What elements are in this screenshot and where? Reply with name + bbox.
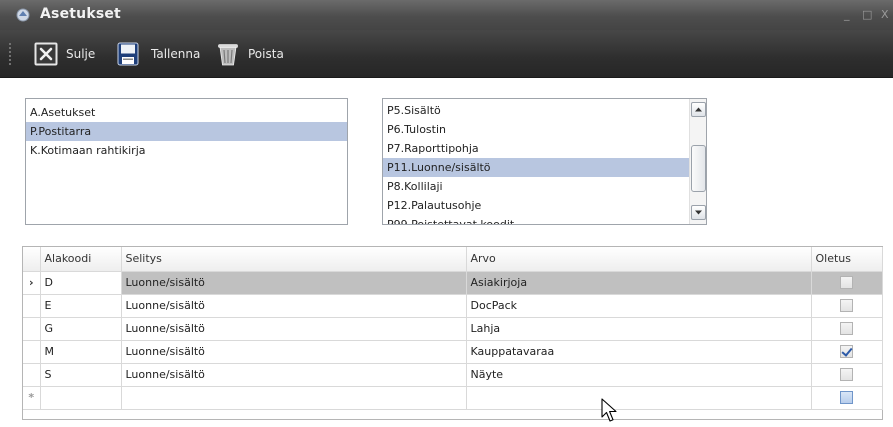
cell-default[interactable] <box>811 317 883 341</box>
table-row[interactable]: E Luonne/sisältö DocPack <box>23 294 883 318</box>
toolbar-grip <box>8 42 12 66</box>
list-item[interactable]: P6.Tulostin <box>383 120 706 139</box>
list-item-selected[interactable]: P.Postitarra <box>26 122 347 141</box>
subcode-grid[interactable]: Alakoodi Selitys Arvo Oletus › D Luonne/… <box>22 246 883 420</box>
cell-default[interactable] <box>811 340 883 364</box>
cell-code[interactable]: D <box>40 271 122 295</box>
cell-description-new[interactable] <box>121 386 467 410</box>
scroll-down-button[interactable] <box>691 205 706 220</box>
table-row[interactable]: G Luonne/sisältö Lahja <box>23 317 883 341</box>
cell-default[interactable] <box>811 271 883 295</box>
cell-description[interactable]: Luonne/sisältö <box>121 294 467 318</box>
column-header-code[interactable]: Alakoodi <box>40 247 122 272</box>
trash-icon <box>218 44 238 66</box>
cell-value[interactable]: Asiakirjoja <box>466 271 812 295</box>
cell-description[interactable]: Luonne/sisältö <box>121 317 467 341</box>
settings-category-list[interactable]: P5.Sisältö P6.Tulostin P7.Raporttipohja … <box>382 98 707 225</box>
new-row[interactable]: * <box>23 386 883 410</box>
cell-value[interactable]: Näyte <box>466 363 812 387</box>
scrollbar-thumb[interactable] <box>691 145 706 192</box>
default-checkbox[interactable] <box>840 368 853 382</box>
arrow-down-icon <box>695 210 702 215</box>
save-button[interactable]: Tallenna <box>116 42 206 68</box>
list-item[interactable]: P12.Palautusohje <box>383 196 706 215</box>
window-title: Asetukset <box>40 6 121 22</box>
grid-header-row: Alakoodi Selitys Arvo Oletus <box>23 247 883 272</box>
cell-value-new[interactable] <box>466 386 812 410</box>
column-header-default[interactable]: Oletus <box>811 247 883 272</box>
cell-description[interactable]: Luonne/sisältö <box>121 340 467 364</box>
vertical-scrollbar[interactable] <box>689 99 706 224</box>
scroll-up-button[interactable] <box>691 102 706 117</box>
close-button[interactable]: Sulje <box>34 42 104 68</box>
cell-value[interactable]: Kauppatavaraa <box>466 340 812 364</box>
cell-code[interactable]: G <box>40 317 122 341</box>
table-row[interactable]: M Luonne/sisältö Kauppatavaraa <box>23 340 883 364</box>
settings-group-list[interactable]: A.Asetukset P.Postitarra K.Kotimaan raht… <box>25 98 348 225</box>
title-bar: Asetukset _ □ X <box>0 0 893 30</box>
mouse-cursor-icon <box>601 398 617 422</box>
default-checkbox[interactable] <box>840 276 853 290</box>
cell-code-new[interactable] <box>40 386 122 410</box>
default-checkbox-checked[interactable] <box>840 345 853 359</box>
table-row[interactable]: › D Luonne/sisältö Asiakirjoja <box>23 271 883 295</box>
column-header-description[interactable]: Selitys <box>121 247 467 272</box>
minimize-button[interactable]: _ <box>844 9 850 21</box>
maximize-button[interactable]: □ <box>862 9 872 21</box>
cell-value[interactable]: Lahja <box>466 317 812 341</box>
save-icon <box>117 42 139 66</box>
app-icon <box>16 8 30 22</box>
list-item[interactable]: P8.Kollilaji <box>383 177 706 196</box>
row-header-corner <box>23 247 41 272</box>
list-item[interactable]: P99.Poistettavat koodit <box>383 215 706 224</box>
row-indicator <box>23 363 41 387</box>
list-item[interactable]: A.Asetukset <box>26 103 347 122</box>
cell-code[interactable]: M <box>40 340 122 364</box>
delete-button[interactable]: Poista <box>216 42 296 68</box>
cell-code[interactable]: E <box>40 294 122 318</box>
row-indicator <box>23 340 41 364</box>
delete-button-label: Poista <box>248 47 284 61</box>
close-icon <box>34 42 58 66</box>
column-header-value[interactable]: Arvo <box>466 247 812 272</box>
table-row[interactable]: S Luonne/sisältö Näyte <box>23 363 883 387</box>
cell-description[interactable]: Luonne/sisältö <box>121 271 467 295</box>
save-button-label: Tallenna <box>151 47 201 61</box>
row-indicator <box>23 317 41 341</box>
row-indicator <box>23 294 41 318</box>
close-window-button[interactable]: X <box>881 9 889 21</box>
list-item[interactable]: P5.Sisältö <box>383 101 706 120</box>
cell-default-new[interactable] <box>811 386 883 410</box>
list-item-selected[interactable]: P11.Luonne/sisältö <box>383 158 689 177</box>
cell-description[interactable]: Luonne/sisältö <box>121 363 467 387</box>
cell-default[interactable] <box>811 363 883 387</box>
default-checkbox-new[interactable] <box>840 391 853 405</box>
list-item[interactable]: P7.Raporttipohja <box>383 139 706 158</box>
close-button-label: Sulje <box>66 47 96 61</box>
asterisk-icon: * <box>28 391 35 404</box>
arrow-up-icon <box>695 107 702 112</box>
cell-code[interactable]: S <box>40 363 122 387</box>
current-row-indicator: › <box>23 271 41 295</box>
new-row-indicator: * <box>23 386 41 410</box>
list-item[interactable]: K.Kotimaan rahtikirja <box>26 141 347 160</box>
default-checkbox[interactable] <box>840 322 853 336</box>
cell-value[interactable]: DocPack <box>466 294 812 318</box>
default-checkbox[interactable] <box>840 299 853 313</box>
cell-default[interactable] <box>811 294 883 318</box>
toolbar: Sulje Tallenna Poista <box>0 30 893 78</box>
